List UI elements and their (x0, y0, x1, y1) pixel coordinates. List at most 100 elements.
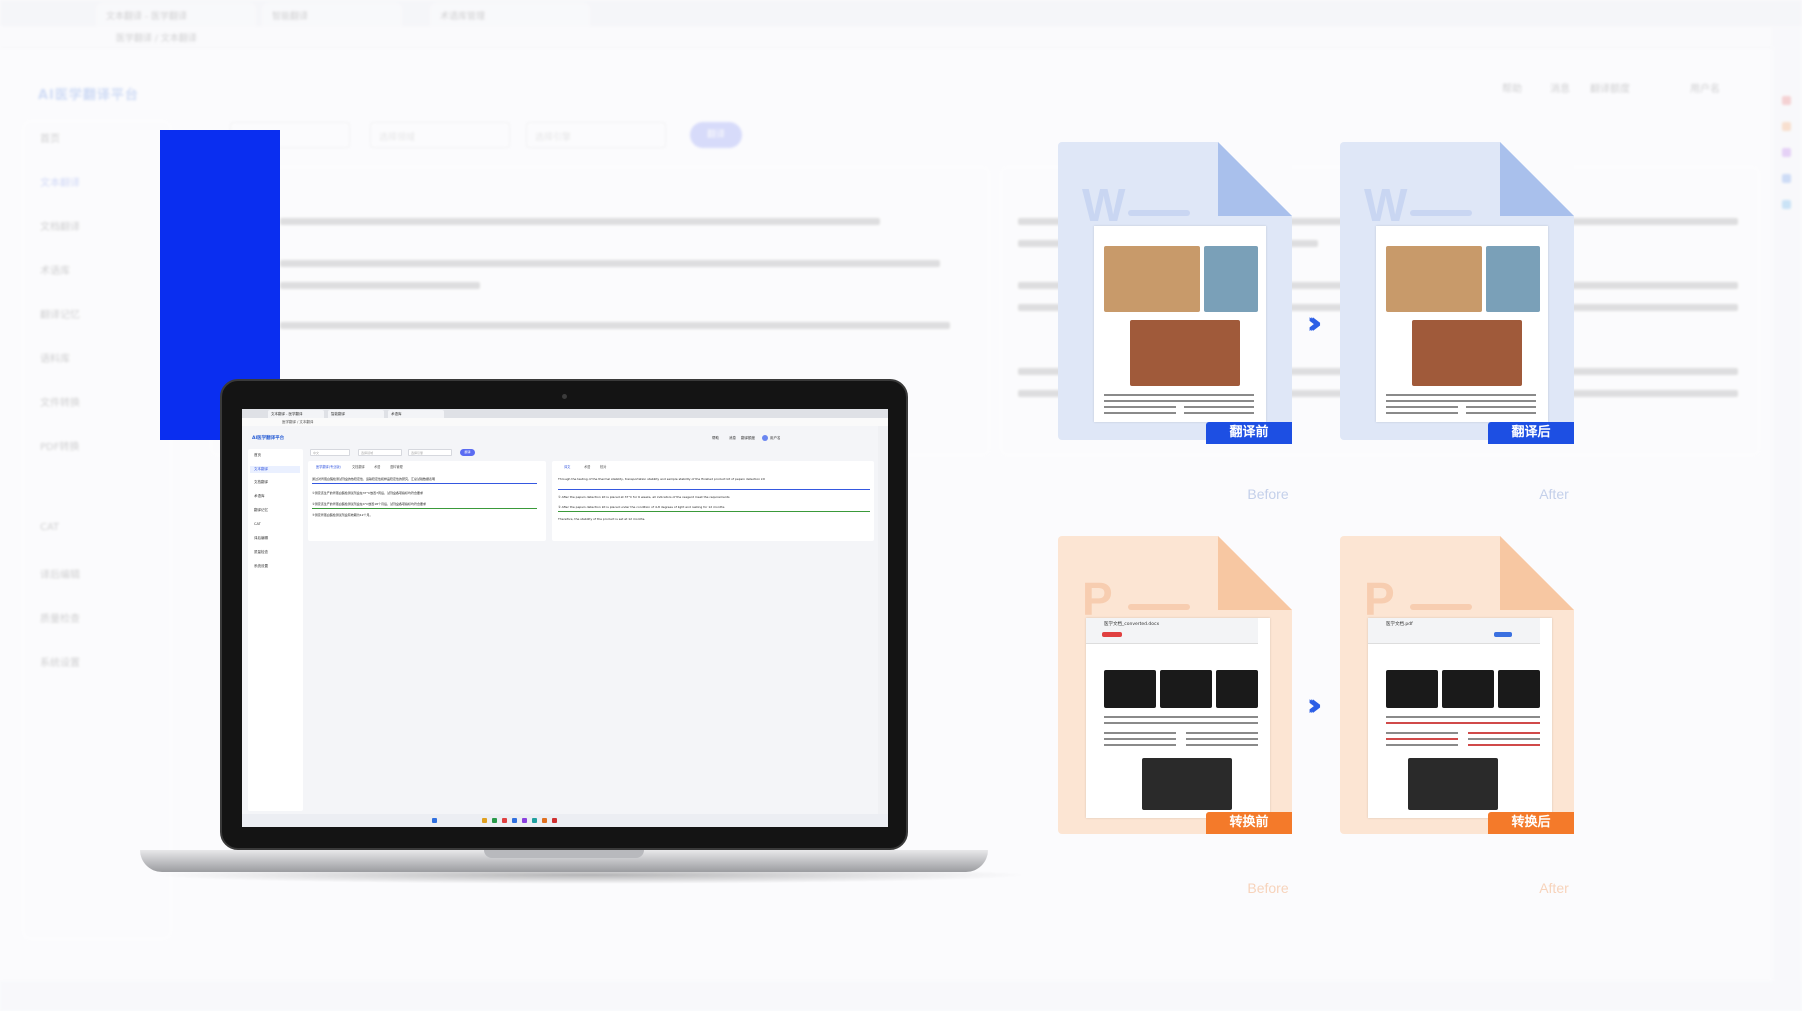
underline (558, 511, 870, 512)
address-bar[interactable]: 医学翻译 / 文本翻译 (242, 418, 888, 426)
quota-link[interactable]: 翻译额度 (1590, 80, 1630, 95)
file-name: 医学文档_converted.docx (1104, 622, 1160, 627)
taskbar-icon[interactable] (432, 818, 437, 823)
sidebar-item[interactable]: 译后编辑 (40, 566, 80, 581)
sidebar-item[interactable]: 术语库 (254, 494, 265, 499)
target-line[interactable]: ② After the pepsin detection kit is plac… (558, 505, 870, 509)
toolbar-icon[interactable] (1782, 200, 1791, 209)
sidebar-item[interactable]: 文件转换 (40, 394, 80, 409)
ribbon-tab (1494, 632, 1512, 637)
taskbar-icon[interactable] (532, 818, 537, 823)
source-line[interactable]: ①测定该生产的胃蛋白酶检测试剂盒在37°C放置7周后，试剂盒各项指标均符合要求 (312, 491, 537, 495)
anatomy-image (1386, 246, 1482, 312)
translate-button[interactable]: 翻译 (460, 449, 475, 456)
ultrasound-image (1104, 670, 1156, 708)
messages-link[interactable]: 消息 (729, 436, 736, 441)
text-line-highlight (1468, 744, 1540, 746)
source-line[interactable]: 通过对胃蛋白酶检测试剂盒的热稳定性、运输稳定性和样品稳定性的研究，汇总试验数据表… (312, 477, 537, 481)
translate-before-badge: 翻译前 (1206, 422, 1292, 444)
toolbar-icon[interactable] (1782, 148, 1791, 157)
target-line[interactable]: ① After the pepsin detection kit is plac… (558, 495, 870, 499)
sidebar-item[interactable]: 系统设置 (254, 564, 268, 569)
letter-bar (1128, 210, 1190, 216)
document-page (1376, 226, 1548, 422)
address-bar[interactable]: 医学翻译 / 文本翻译 (0, 26, 1802, 48)
tab-terms[interactable]: 术语 (374, 464, 380, 469)
sidebar-item[interactable]: 文档翻译 (254, 480, 268, 485)
sidebar-item[interactable]: 文本翻译 (40, 174, 80, 189)
browser-tab[interactable]: 文本翻译 - 医学翻译 (268, 410, 324, 418)
word-letter: W (1082, 179, 1125, 231)
taskbar-icon[interactable] (552, 818, 557, 823)
sidebar-item[interactable]: 质量检查 (40, 610, 80, 625)
sidebar-item[interactable]: 翻译记忆 (254, 508, 268, 513)
tab-medical[interactable]: 医学翻译(专业版) (316, 464, 341, 469)
sidebar-item[interactable]: 系统设置 (40, 654, 80, 669)
translate-after-badge: 翻译后 (1488, 422, 1574, 444)
browser-tab[interactable]: 术语库管理 (430, 3, 590, 26)
browser-tab[interactable]: 智能翻译 (262, 3, 402, 26)
after-caption: After (1539, 486, 1569, 502)
sidebar-item[interactable]: CAT (40, 522, 59, 533)
translate-button[interactable]: 翻译 (690, 122, 742, 148)
sidebar-item[interactable]: PDF转换 (40, 438, 79, 453)
browser-tab[interactable]: 智能翻译 (328, 410, 384, 418)
language-select[interactable]: 中文 (310, 449, 350, 456)
toolbar-icon[interactable] (1782, 174, 1791, 183)
promo-stage: 文本翻译 - 医学翻译 智能翻译 术语库管理 医学翻译 / 文本翻译 AI医学翻… (0, 0, 1802, 1011)
taskbar-icon[interactable] (492, 818, 497, 823)
sidebar-item-active[interactable]: 文本翻译 (250, 466, 300, 473)
underline (312, 508, 537, 509)
source-line[interactable]: ②测定该生产的胃蛋白酶检测试剂盒在4°C放置18个月后，试剂盒各项指标均符合要求 (312, 502, 537, 506)
taskbar-icon[interactable] (542, 818, 547, 823)
text-line (1386, 732, 1458, 734)
sidebar-item[interactable]: 质量检查 (254, 550, 268, 555)
tab-corpus[interactable]: 语料管理 (390, 464, 403, 469)
text-line (1186, 738, 1258, 740)
target-line[interactable]: Through the testing of the thermal stabi… (558, 477, 870, 481)
convert-before-card: P 医学文档_converted.docx 转换前 (1058, 536, 1292, 834)
text-line (1386, 412, 1458, 414)
taskbar-icon[interactable] (522, 818, 527, 823)
avatar[interactable] (762, 435, 768, 441)
tab-document[interactable]: 文档翻译 (352, 464, 365, 469)
quota-link[interactable]: 翻译额度 (741, 436, 755, 441)
target-panel (552, 461, 874, 541)
user-name[interactable]: 用户名 (1690, 80, 1720, 95)
sidebar-item[interactable]: CAT (254, 522, 261, 526)
laptop-notch (484, 850, 644, 858)
sidebar-item[interactable]: 术语库 (40, 262, 70, 277)
engine-select[interactable]: 选择引擎 (408, 449, 452, 456)
sidebar-item[interactable]: 语料库 (40, 350, 70, 365)
toolbar-icon[interactable] (1782, 122, 1791, 131)
text-line-highlight (1468, 732, 1540, 734)
engine-select[interactable]: 选择引擎 (526, 122, 666, 148)
help-link[interactable]: 帮助 (712, 436, 719, 441)
tab-terms-right[interactable]: 术语 (584, 464, 590, 469)
taskbar-icon[interactable] (482, 818, 487, 823)
taskbar-icon[interactable] (512, 818, 517, 823)
taskbar-icon[interactable] (502, 818, 507, 823)
text-line (1104, 722, 1258, 724)
letter-bar (1410, 210, 1472, 216)
sidebar-item[interactable]: 首页 (40, 130, 60, 145)
tab-translation[interactable]: 译文 (564, 464, 570, 469)
tab-proofread[interactable]: 校对 (600, 464, 606, 469)
messages-link[interactable]: 消息 (1550, 80, 1570, 95)
target-line[interactable]: Therefore, the stability of the product … (558, 517, 870, 521)
underline (312, 483, 537, 484)
browser-tab[interactable]: 文本翻译 - 医学翻译 (96, 3, 256, 26)
source-line[interactable]: ③测定胃蛋白酶检测试剂盒有效期为12个月。 (312, 513, 537, 517)
help-link[interactable]: 帮助 (1502, 80, 1522, 95)
domain-select[interactable]: 选择领域 (358, 449, 402, 456)
sidebar-item[interactable]: 译后编辑 (254, 536, 268, 541)
domain-select[interactable]: 选择领域 (370, 122, 510, 148)
ultrasound-image (1160, 670, 1212, 708)
browser-tab[interactable]: 术语库 (388, 410, 444, 418)
sidebar-item[interactable]: 首页 (254, 453, 261, 458)
toolbar-icon[interactable] (1782, 96, 1791, 105)
user-name[interactable]: 用户名 (770, 436, 781, 441)
sidebar-item[interactable]: 翻译记忆 (40, 306, 80, 321)
anatomy-image (1104, 246, 1200, 312)
sidebar-item[interactable]: 文档翻译 (40, 218, 80, 233)
